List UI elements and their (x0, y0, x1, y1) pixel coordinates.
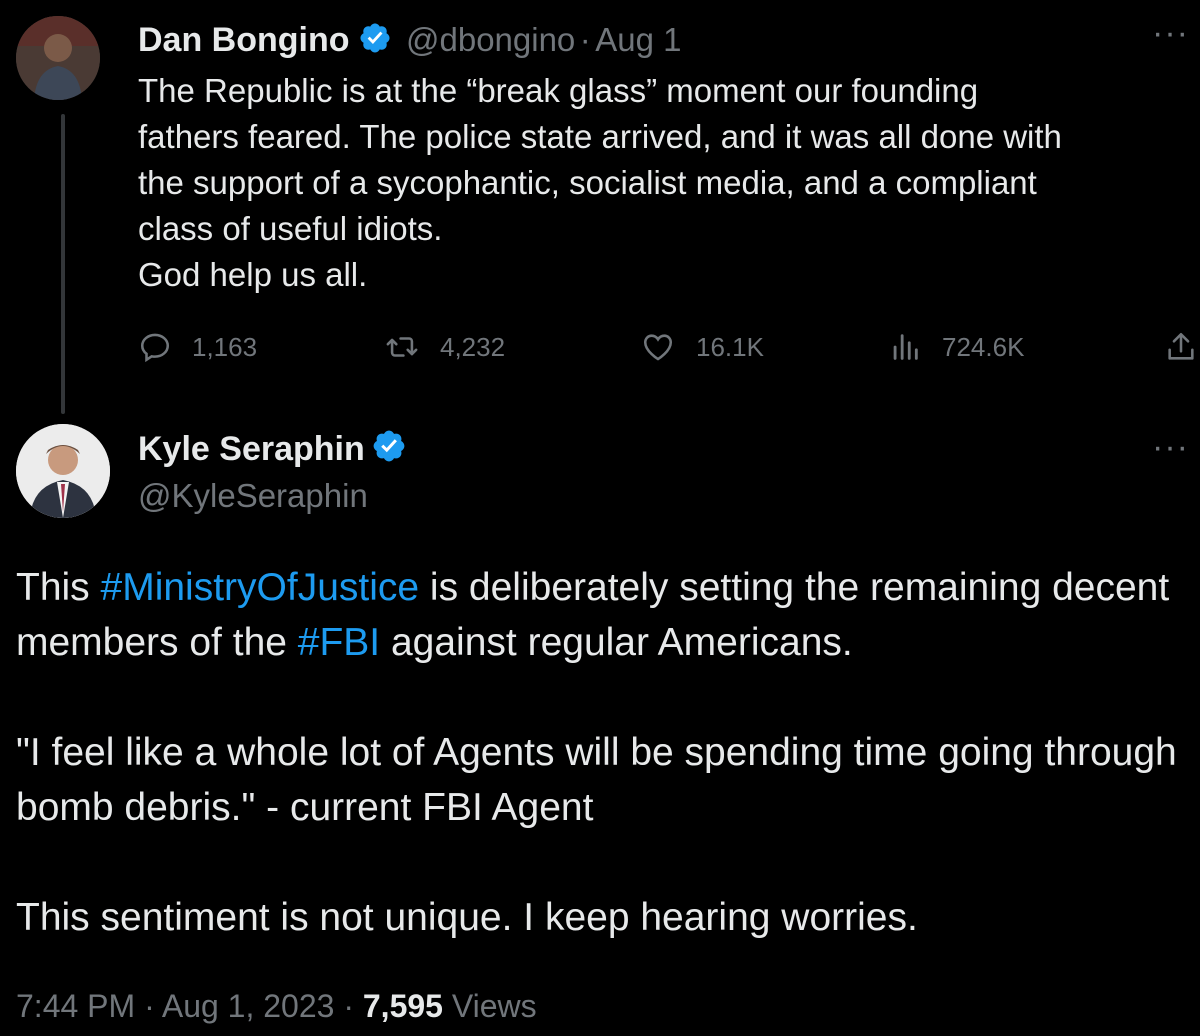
share-icon (1168, 332, 1194, 360)
avatar-kyle-seraphin[interactable] (16, 424, 110, 518)
tweet2-paragraph: This sentiment is not unique. I keep hea… (16, 896, 918, 939)
reply-button[interactable]: 1,163 (138, 330, 257, 364)
heart-icon (643, 334, 673, 361)
text-segment: This (16, 566, 101, 609)
tweet-date[interactable]: Aug 1, 2023 (162, 988, 335, 1024)
like-button[interactable]: 16.1K (640, 330, 764, 364)
thread-connector-line (61, 114, 65, 414)
views-button[interactable]: 724.6K (888, 330, 1024, 364)
hashtag-link[interactable]: #MinistryOfJustice (101, 566, 420, 609)
tweet-time[interactable]: 7:44 PM (16, 988, 135, 1024)
avatar-image (16, 424, 110, 518)
views-count: 724.6K (942, 331, 1025, 362)
more-options-icon[interactable]: ··· (1152, 428, 1189, 467)
author-handle[interactable]: @dbongino (406, 21, 575, 58)
avatar-dan-bongino[interactable] (16, 16, 100, 100)
text-segment: against regular Americans. (380, 621, 853, 664)
retweet-button[interactable]: 4,232 (384, 330, 505, 364)
tweet-date[interactable]: Aug 1 (595, 21, 681, 58)
share-button[interactable] (1164, 330, 1198, 364)
like-count: 16.1K (696, 331, 764, 362)
views-label: Views (442, 988, 537, 1024)
views-count: 7,595 (362, 988, 443, 1024)
tweet2-header: Kyle Seraphin (138, 426, 407, 472)
hashtag-link[interactable]: #FBI (298, 621, 380, 664)
separator-dot: · (579, 21, 591, 58)
more-options-icon[interactable]: ··· (1152, 14, 1189, 53)
tweet2-text: This #MinistryOfJustice is deliberately … (16, 560, 1186, 945)
author-handle[interactable]: @KyleSeraphin (138, 476, 368, 516)
author-name[interactable]: Kyle Seraphin (138, 430, 365, 468)
verified-badge-icon (371, 428, 407, 483)
retweet-icon (386, 337, 418, 357)
tweet-meta: 7:44 PM · Aug 1, 2023 · 7,595 Views (16, 980, 537, 1032)
reply-icon (140, 333, 170, 363)
tweet2-paragraph: "I feel like a whole lot of Agents will … (16, 731, 1177, 829)
separator-dot: · (334, 988, 363, 1024)
verified-badge-icon (358, 21, 392, 73)
author-name[interactable]: Dan Bongino (138, 21, 350, 59)
tweet2-paragraph: This #MinistryOfJustice is deliberately … (16, 560, 1186, 670)
reply-count: 1,163 (192, 331, 258, 362)
analytics-icon (893, 334, 918, 360)
retweet-count: 4,232 (440, 331, 506, 362)
tweet1-text: The Republic is at the “break glass” mom… (138, 72, 1062, 293)
tweet1-header: Dan Bongino @dbongino · Aug 1 (138, 18, 681, 62)
separator-dot: · (135, 988, 162, 1024)
avatar-image (16, 16, 100, 100)
